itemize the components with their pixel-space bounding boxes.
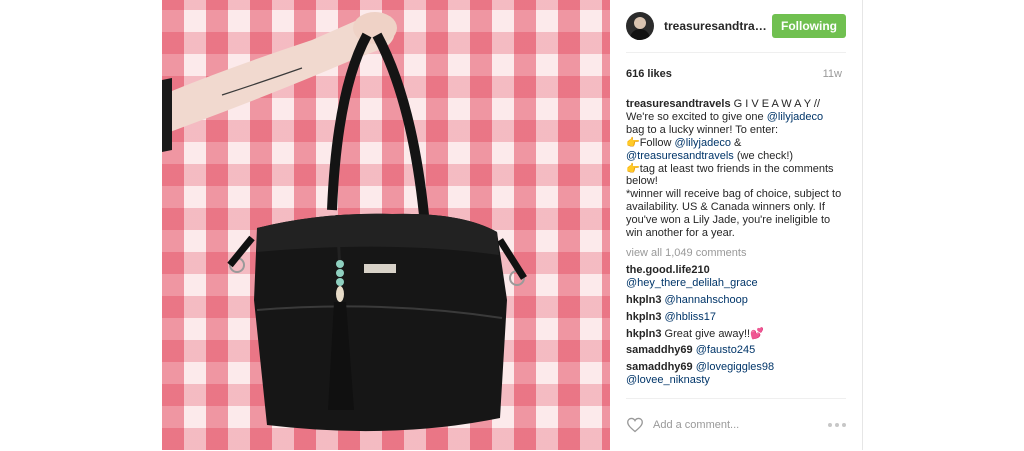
comment-username[interactable]: samaddhy69: [626, 361, 693, 373]
following-button[interactable]: Following: [772, 14, 846, 38]
caption-mention[interactable]: @lilyjadeco: [767, 111, 823, 123]
caption-text: tag at least two friends in the comments…: [626, 162, 834, 188]
heart-outline-icon[interactable]: [626, 417, 644, 433]
comment-mention[interactable]: @hey_there_delilah_grace: [626, 277, 758, 289]
likes-count[interactable]: 616 likes: [626, 68, 672, 80]
point-right-emoji: 👉: [626, 136, 640, 149]
caption-text: &: [730, 136, 742, 149]
comment-username[interactable]: hkpln3: [626, 294, 661, 306]
likes-row: 616 likes 11w: [626, 68, 842, 80]
comment-text: Great give away!!💕: [664, 327, 764, 340]
comment-username[interactable]: hkpln3: [626, 311, 661, 323]
comment-username[interactable]: samaddhy69: [626, 344, 693, 356]
comment-username[interactable]: the.good.life210: [626, 264, 710, 276]
comment-item: hkpln3 Great give away!!💕: [626, 328, 842, 341]
comment-item: hkpln3 @hannahschoop: [626, 294, 842, 307]
comment-mention[interactable]: @hbliss17: [665, 311, 717, 323]
view-all-comments-link[interactable]: view all 1,049 comments: [626, 247, 842, 260]
comment-username[interactable]: hkpln3: [626, 328, 661, 340]
comments-section: treasuresandtravels G I V E A W A Y // W…: [626, 98, 842, 387]
dot-icon: [828, 423, 832, 427]
post-username[interactable]: treasuresandtrav...: [664, 19, 770, 33]
dot-icon: [842, 423, 846, 427]
more-options-icon[interactable]: [828, 423, 846, 427]
caption-text: bag to a lucky winner! To enter:: [626, 123, 779, 136]
post-side-panel: treasuresandtrav... Following 616 likes …: [610, 0, 863, 450]
caption: treasuresandtravels G I V E A W A Y // W…: [626, 98, 842, 240]
post-header: treasuresandtrav... Following: [626, 0, 846, 53]
caption-text: Follow: [639, 136, 675, 149]
caption-mention[interactable]: @treasuresandtravels: [626, 150, 734, 162]
handbag-photo: [162, 12, 527, 432]
point-right-emoji: 👉: [626, 162, 640, 175]
caption-text: (we check!): [733, 149, 794, 162]
caption-username[interactable]: treasuresandtravels: [626, 98, 731, 110]
comment-item: samaddhy69 @lovegiggles98 @lovee_niknast…: [626, 361, 842, 387]
add-comment-input[interactable]: Add a comment...: [653, 419, 828, 431]
comment-item: the.good.life210 @hey_there_delilah_grac…: [626, 264, 842, 290]
caption-text: *winner will receive bag of choice, subj…: [626, 188, 842, 240]
comment-mention[interactable]: @fausto245: [696, 344, 756, 356]
post-age[interactable]: 11w: [823, 68, 842, 80]
post-footer: Add a comment...: [626, 398, 846, 451]
avatar[interactable]: [626, 12, 654, 40]
comment-item: samaddhy69 @fausto245: [626, 344, 842, 357]
post-photo[interactable]: [162, 0, 610, 450]
comment-mention[interactable]: @hannahschoop: [665, 294, 748, 306]
dot-icon: [835, 423, 839, 427]
comment-item: hkpln3 @hbliss17: [626, 311, 842, 324]
caption-mention[interactable]: @lilyjadeco: [675, 137, 731, 149]
